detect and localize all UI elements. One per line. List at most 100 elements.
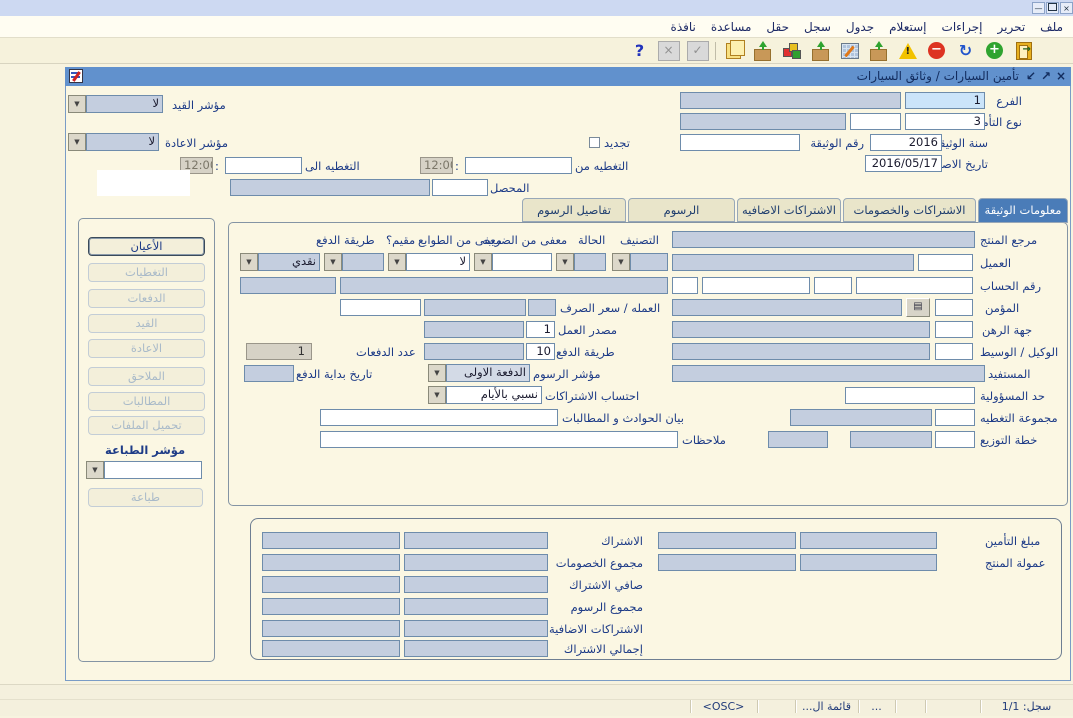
renewal-checkbox[interactable] <box>589 137 600 148</box>
fees-indicator-dropdown-icon[interactable]: ▼ <box>428 364 446 382</box>
branch-value-field[interactable]: 1 <box>905 92 985 109</box>
liability-limit-label: حد المسؤولية <box>980 389 1045 404</box>
insurance-type-field[interactable]: 3 <box>905 113 985 130</box>
status-combo[interactable]: ▼ <box>556 253 606 271</box>
work-source-field[interactable]: 1 <box>526 321 555 338</box>
menu-item-window[interactable]: نافذة <box>671 20 696 34</box>
payment-type-dropdown-icon[interactable]: ▼ <box>240 253 258 271</box>
product-ref-label: مرجع المنتج <box>980 233 1037 248</box>
remove-record-icon[interactable]: − <box>925 40 948 61</box>
account-number-field-1[interactable] <box>856 277 973 294</box>
status-dropdown-icon[interactable]: ▼ <box>556 253 574 271</box>
policy-year-field[interactable]: 2016 <box>870 134 942 151</box>
help-icon[interactable]: ? <box>628 40 651 61</box>
export-up-icon-2[interactable] <box>809 40 832 61</box>
account-number-field-2[interactable] <box>814 277 852 294</box>
distribution-plan-name-field <box>850 431 932 448</box>
coverage-group-code-field[interactable] <box>935 409 975 426</box>
export-up-icon-3[interactable] <box>867 40 890 61</box>
tax-exempt-dropdown-icon[interactable]: ▼ <box>474 253 492 271</box>
menu-item-actions[interactable]: إجراءات <box>942 20 983 34</box>
beneficiary-label: المستفيد <box>988 367 1030 382</box>
insurance-type-code-field[interactable] <box>850 113 901 130</box>
sidebar-button-items[interactable]: الأعيان <box>88 237 205 256</box>
menu-item-help[interactable]: مساعدة <box>711 20 752 34</box>
print-indicator-combo[interactable]: ▼ <box>86 461 202 479</box>
tab-policy-info[interactable]: معلومات الوثيقة <box>978 198 1068 223</box>
add-record-icon[interactable]: + <box>983 40 1006 61</box>
entry-indicator-dropdown-icon[interactable]: ▼ <box>68 95 86 113</box>
coverage-to-field[interactable] <box>225 157 302 174</box>
account-number-field-3[interactable] <box>702 277 810 294</box>
resident-dropdown-icon[interactable]: ▼ <box>324 253 342 271</box>
classification-combo[interactable]: ▼ <box>612 253 668 271</box>
child-close-icon[interactable]: × <box>1056 69 1066 84</box>
subscription-calc-dropdown-icon[interactable]: ▼ <box>428 386 446 404</box>
stamp-exempt-combo[interactable]: ▼لا <box>388 253 470 271</box>
product-commission-label: عمولة المنتج <box>985 556 1046 571</box>
fees-indicator-label: مؤشر الرسوم <box>533 367 600 382</box>
export-up-icon-1[interactable] <box>751 40 774 61</box>
policy-number-field[interactable] <box>680 134 800 151</box>
tab-subscriptions-discounts[interactable]: الاشتراكات والخصومات <box>843 198 976 222</box>
stamp-exempt-dropdown-icon[interactable]: ▼ <box>388 253 406 271</box>
sidebar-button-upload-files: تحميل الملفات <box>88 416 205 435</box>
edit-grid-icon[interactable] <box>838 40 861 61</box>
distribution-plan-code-field[interactable] <box>935 431 975 448</box>
stamp-exempt-label: معفى من الطوابع <box>418 233 502 248</box>
fees-indicator-combo[interactable]: ▼الدفعة الاولى <box>428 364 530 382</box>
client-code-field[interactable] <box>918 254 973 271</box>
reinsurance-indicator-value: لا <box>86 133 159 151</box>
subscription-label: الاشتراك <box>601 534 643 549</box>
account-number-field-4[interactable] <box>672 277 698 294</box>
copy-icon[interactable] <box>722 40 745 61</box>
notes-field[interactable] <box>320 431 678 448</box>
exchange-rate-field[interactable] <box>340 299 421 316</box>
menu-item-block[interactable]: جدول <box>846 20 874 34</box>
subscription-calc-combo[interactable]: ▼نسبي بالأيام <box>428 386 542 404</box>
sidebar-panel <box>78 218 215 662</box>
tax-exempt-combo[interactable]: ▼ <box>474 253 552 271</box>
child-minimize-icon[interactable]: ↙ <box>1026 69 1036 84</box>
product-ref-field <box>672 231 975 248</box>
payment-type-combo[interactable]: ▼نقدي <box>240 253 320 271</box>
exit-icon[interactable] <box>1012 40 1035 61</box>
reinsurance-indicator-combo[interactable]: ▼ لا <box>68 133 159 151</box>
child-restore-icon[interactable]: ↗ <box>1041 69 1051 84</box>
tab-fee-details[interactable]: تفاصيل الرسوم <box>522 198 626 222</box>
window-close-button[interactable]: × <box>1060 2 1073 14</box>
status-bar <box>0 699 1073 716</box>
menu-item-field[interactable]: حقل <box>766 20 789 34</box>
window-minimize-button[interactable]: — <box>1032 2 1045 14</box>
net-subscription-label: صافي الاشتراك <box>569 578 643 593</box>
print-indicator-dropdown-icon[interactable]: ▼ <box>86 461 104 479</box>
menu-item-record[interactable]: سجل <box>804 20 831 34</box>
coverage-from-field[interactable] <box>465 157 572 174</box>
window-restore-button[interactable] <box>1046 2 1059 14</box>
issue-date-field[interactable]: 2016/05/17 <box>865 155 942 172</box>
tab-fees[interactable]: الرسوم <box>628 198 735 222</box>
refresh-icon[interactable]: ↻ <box>954 40 977 61</box>
claims-statement-field[interactable] <box>320 409 558 426</box>
classification-dropdown-icon[interactable]: ▼ <box>612 253 630 271</box>
payment-method-field[interactable]: 10 <box>526 343 555 360</box>
reinsurance-indicator-dropdown-icon[interactable]: ▼ <box>68 133 86 151</box>
colored-cubes-icon[interactable] <box>780 40 803 61</box>
collector-code-field[interactable] <box>432 179 488 196</box>
menu-item-edit[interactable]: تحرير <box>998 20 1026 34</box>
menu-item-query[interactable]: إستعلام <box>889 20 926 34</box>
entry-indicator-combo[interactable]: ▼ لا <box>68 95 163 113</box>
menu-item-file[interactable]: ملف <box>1040 20 1063 34</box>
resident-value <box>342 253 384 271</box>
liability-limit-field[interactable] <box>845 387 975 404</box>
client-name-field <box>672 254 914 271</box>
agent-code-field[interactable] <box>935 343 973 360</box>
branch-label: الفرع <box>996 94 1022 109</box>
insured-code-field[interactable] <box>935 299 973 316</box>
insured-lov-button[interactable]: ▤ <box>906 298 930 317</box>
resident-combo[interactable]: ▼ <box>324 253 384 271</box>
tab-additional-subscriptions[interactable]: الاشتراكات الاضافيه <box>737 198 841 222</box>
warning-icon[interactable]: ! <box>896 40 919 61</box>
work-source-name-field <box>424 321 524 338</box>
mortgagee-code-field[interactable] <box>935 321 973 338</box>
